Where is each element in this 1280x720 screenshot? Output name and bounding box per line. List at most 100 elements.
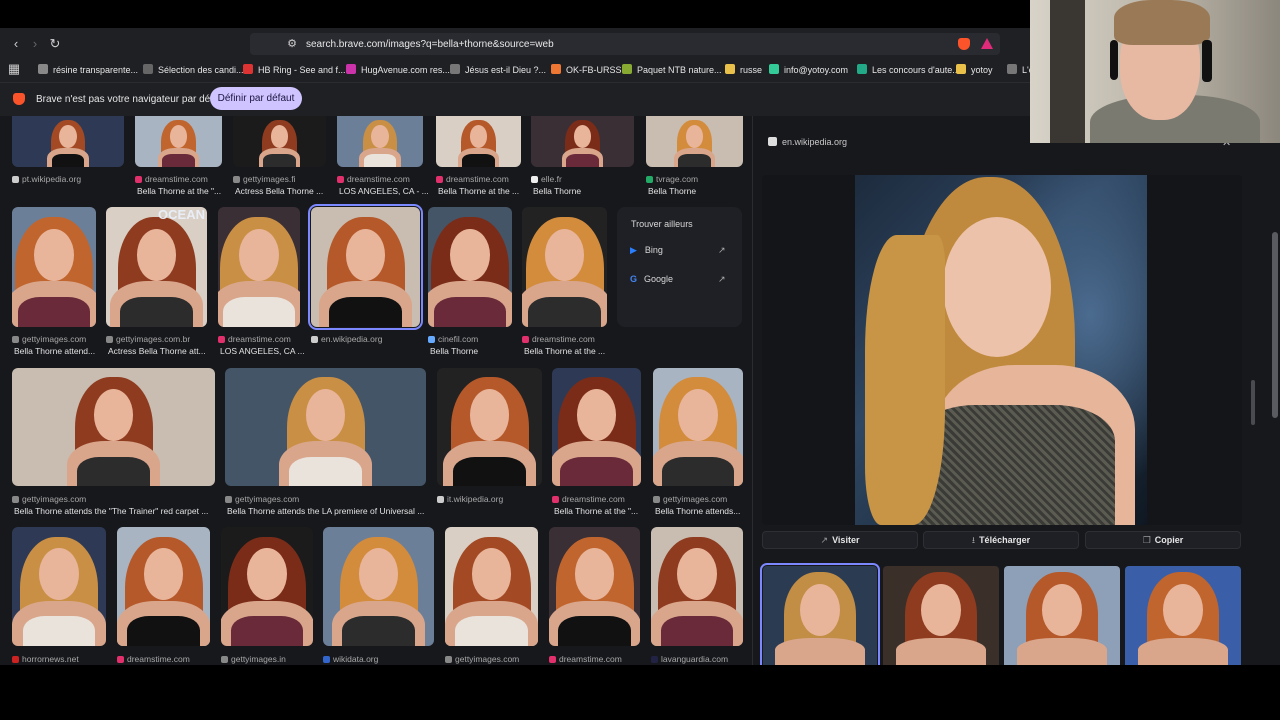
brave-shields-icon[interactable] (958, 38, 970, 50)
image-result-thumbnail[interactable] (531, 116, 634, 167)
image-result-thumbnail[interactable] (445, 527, 538, 646)
forward-icon[interactable]: › (27, 36, 43, 52)
image-result-thumbnail[interactable] (12, 368, 215, 486)
image-result-thumbnail[interactable] (221, 527, 313, 646)
set-default-button[interactable]: Définir par défaut (210, 87, 302, 110)
image-result-thumbnail[interactable] (233, 116, 326, 167)
image-result-thumbnail[interactable] (646, 116, 743, 167)
image-result-thumbnail[interactable]: OCEAN (106, 207, 207, 327)
result-source[interactable]: gettyimages.com.br (106, 334, 190, 344)
image-result-thumbnail[interactable] (308, 204, 423, 330)
back-icon[interactable]: ‹ (8, 36, 24, 52)
result-source[interactable]: gettyimages.com (225, 494, 299, 504)
result-source[interactable]: wikidata.org (323, 654, 378, 664)
image-result-thumbnail[interactable] (12, 207, 96, 327)
result-source[interactable]: cinefil.com (428, 334, 478, 344)
bookmark-item[interactable]: Sélection des candi... (143, 62, 244, 78)
result-source[interactable]: gettyimages.com (653, 494, 727, 504)
image-result-thumbnail[interactable] (436, 116, 521, 167)
image-result-thumbnail[interactable] (323, 527, 434, 646)
result-source[interactable]: tvrage.com (646, 174, 698, 184)
image-result-thumbnail[interactable] (225, 368, 426, 486)
bookmark-item[interactable]: OK-FB-URSS (551, 62, 622, 78)
related-image-thumbnail[interactable] (1125, 566, 1241, 665)
image-result-thumbnail[interactable] (12, 116, 124, 167)
result-source[interactable]: en.wikipedia.org (311, 334, 382, 344)
result-caption[interactable]: Bella Thorne (533, 186, 581, 196)
url-text[interactable]: search.brave.com/images?q=bella+thorne&s… (306, 39, 554, 50)
copy-button[interactable]: ❐ Copier (1085, 531, 1241, 549)
image-result-thumbnail[interactable] (337, 116, 423, 167)
result-source[interactable]: dreamstime.com (135, 174, 208, 184)
image-result-thumbnail[interactable] (117, 527, 210, 646)
result-source[interactable]: gettyimages.in (221, 654, 286, 664)
result-caption[interactable]: Bella Thorne at the "... (554, 506, 638, 516)
apps-grid-icon[interactable]: ▦ (6, 61, 22, 77)
result-source[interactable]: dreamstime.com (218, 334, 291, 344)
image-result-thumbnail[interactable] (522, 207, 607, 327)
result-caption[interactable]: Actress Bella Thorne ... (235, 186, 323, 196)
find-bing-link[interactable]: ▶ Bing (630, 245, 663, 256)
result-source[interactable]: gettyimages.com (12, 494, 86, 504)
panel-scrollbar-thumb[interactable] (1251, 380, 1255, 425)
result-source[interactable]: dreamstime.com (522, 334, 595, 344)
image-result-thumbnail[interactable] (653, 368, 743, 486)
result-source[interactable]: dreamstime.com (549, 654, 622, 664)
download-button[interactable]: ⭳ Télécharger (923, 531, 1079, 549)
result-caption[interactable]: Bella Thorne attends the "The Trainer" r… (14, 506, 208, 516)
find-google-link[interactable]: G Google (630, 274, 673, 284)
result-caption[interactable]: Actress Bella Thorne att... (108, 346, 206, 356)
bookmark-item[interactable]: HugAvenue.com res... (346, 62, 450, 78)
result-source[interactable]: dreamstime.com (117, 654, 190, 664)
site-info-icon[interactable]: ⚙ (285, 37, 299, 51)
share-icon[interactable]: ↗ (718, 274, 726, 285)
image-result-thumbnail[interactable] (651, 527, 743, 646)
result-caption[interactable]: Bella Thorne (648, 186, 696, 196)
bookmark-item[interactable]: russe (725, 62, 762, 78)
bookmark-item[interactable]: yotoy (956, 62, 993, 78)
related-image-thumbnail[interactable] (1004, 566, 1120, 665)
image-result-thumbnail[interactable] (135, 116, 222, 167)
result-source[interactable]: gettyimages.com (445, 654, 519, 664)
result-caption[interactable]: Bella Thorne attend... (14, 346, 95, 356)
visit-button[interactable]: ↗ Visiter (762, 531, 918, 549)
result-caption[interactable]: Bella Thorne (430, 346, 478, 356)
bookmark-item[interactable]: Les concours d'aute... (857, 62, 960, 78)
result-source[interactable]: lavanguardia.com (651, 654, 728, 664)
bookmark-item[interactable]: Paquet NTB nature... (622, 62, 722, 78)
image-result-thumbnail[interactable] (552, 368, 641, 486)
result-caption[interactable]: LOS ANGELES, CA ... (220, 346, 305, 356)
result-source[interactable]: dreamstime.com (436, 174, 509, 184)
result-source[interactable]: elle.fr (531, 174, 562, 184)
bookmark-item[interactable]: info@yotoy.com (769, 62, 848, 78)
result-source[interactable]: pt.wikipedia.org (12, 174, 81, 184)
preview-image[interactable] (855, 175, 1147, 525)
image-result-thumbnail[interactable] (437, 368, 542, 486)
result-caption[interactable]: LOS ANGELES, CA - ... (339, 186, 429, 196)
bookmark-item[interactable]: Jésus est-il Dieu ?... (450, 62, 546, 78)
result-caption[interactable]: Bella Thorne at the "... (137, 186, 221, 196)
share-icon[interactable]: ↗ (718, 245, 726, 256)
scrollbar-thumb[interactable] (1272, 232, 1278, 418)
related-image-thumbnail[interactable] (883, 566, 999, 665)
result-source[interactable]: gettyimages.com (12, 334, 86, 344)
result-caption[interactable]: Bella Thorne attends... (655, 506, 740, 516)
brave-rewards-icon[interactable] (981, 38, 993, 49)
bookmark-item[interactable]: résine transparente... (38, 62, 138, 78)
result-source[interactable]: it.wikipedia.org (437, 494, 503, 504)
result-source[interactable]: horrornews.net (12, 654, 79, 664)
result-source[interactable]: dreamstime.com (337, 174, 410, 184)
image-result-thumbnail[interactable] (549, 527, 640, 646)
result-caption[interactable]: Bella Thorne at the ... (524, 346, 605, 356)
result-caption[interactable]: Bella Thorne at the ... (438, 186, 519, 196)
result-caption[interactable]: Bella Thorne attends the LA premiere of … (227, 506, 424, 516)
bookmark-item[interactable]: HB Ring - See and f... (243, 62, 346, 78)
image-result-thumbnail[interactable] (218, 207, 300, 327)
related-image-thumbnail[interactable] (760, 563, 880, 668)
image-result-thumbnail[interactable] (428, 207, 512, 327)
result-source[interactable]: dreamstime.com (552, 494, 625, 504)
preview-source[interactable]: en.wikipedia.org (768, 137, 847, 147)
result-source[interactable]: gettyimages.fi (233, 174, 295, 184)
reload-icon[interactable]: ↻ (47, 36, 63, 52)
image-result-thumbnail[interactable] (12, 527, 106, 646)
